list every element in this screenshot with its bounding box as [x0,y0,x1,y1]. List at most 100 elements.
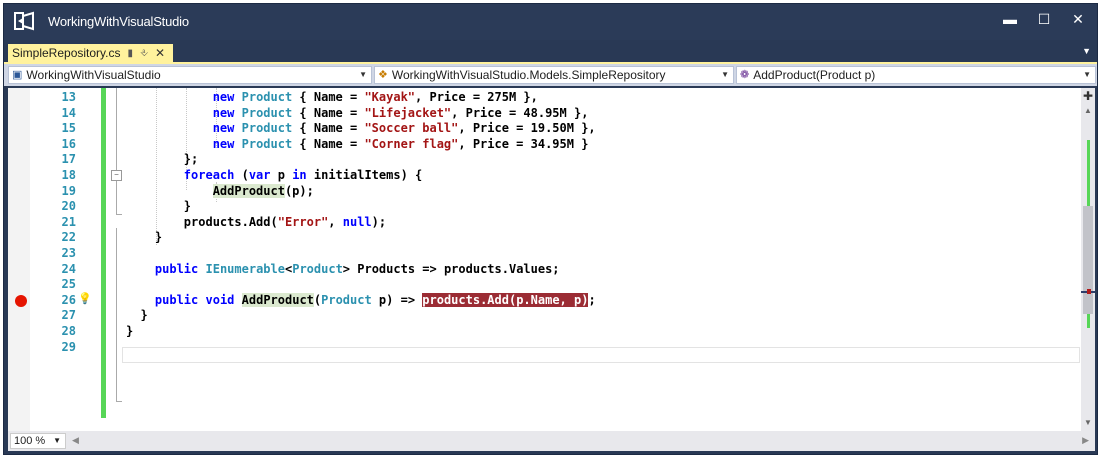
scrollbar-thumb[interactable] [1083,206,1093,314]
line-number: 16 [61,136,76,151]
breakpoint-icon[interactable] [15,294,27,307]
line-number: 20 [61,199,76,214]
line-number: 17 [61,152,76,167]
outline-line [116,88,117,170]
code-line[interactable]: } [126,324,133,340]
title-bar[interactable]: WorkingWithVisualStudio ▬ ☐ ✕ [4,4,1097,40]
breakpoint-highlight: products.Add(p.Name, p) [422,292,589,307]
line-number: 23 [61,246,76,260]
vertical-scrollbar[interactable]: ✚ ▲ ▼ [1081,88,1095,431]
scrollbar-breakpoint-marker [1087,289,1091,294]
tab-menu-icon[interactable]: ▮ [127,48,133,59]
tab-simple-repository[interactable]: SimpleRepository.cs ▮ ⎀ ✕ [8,44,174,62]
scroll-left-icon[interactable]: ◀ [72,435,79,446]
code-line[interactable]: public void AddProduct(Product p) => pro… [126,292,596,309]
code-token: new [212,90,235,104]
code-token: Product [241,90,293,104]
close-icon[interactable]: ✕ [155,46,165,60]
line-number: 14 [61,105,76,120]
close-window-button[interactable]: ✕ [1061,4,1095,34]
tab-overflow-dropdown-icon[interactable]: ▼ [1082,46,1091,56]
project-dropdown-value: WorkingWithVisualStudio [26,68,161,82]
code-token: products.Add( [126,214,278,229]
code-editor[interactable]: − 13 14 15 16 17 18 19 20 21 22 23 24 25 26 💡 27 28 29 ne… [8,88,1081,431]
line-number: 13 [61,90,76,104]
code-line[interactable]: products.Add("Error", null); [126,215,386,231]
code-token: AddProduct [241,292,314,307]
line-number: 25 [61,277,76,292]
code-token: Product [241,105,293,120]
code-token: , [328,214,343,229]
visual-studio-window: WorkingWithVisualStudio ▬ ☐ ✕ SimpleRepo… [3,3,1098,455]
code-line[interactable]: } [126,230,162,246]
zoom-level: 100 % [14,435,46,447]
code-token: public [154,261,199,276]
change-tracking-bar [101,88,106,418]
code-line[interactable]: new Product { Name = "Kayak", Price = 27… [126,90,538,106]
lightbulb-icon[interactable]: 💡 [78,292,92,305]
code-token: > Products => products.Values; [342,261,560,276]
code-token: var [248,168,271,182]
project-dropdown[interactable]: ▣ WorkingWithVisualStudio ▼ [8,66,372,84]
code-token: Product [292,261,343,276]
code-token: ); [371,214,387,229]
code-token: } [126,308,148,323]
code-token: { Name = [292,121,365,136]
code-token: "Soccer ball" [364,121,459,136]
code-token: "Lifejacket" [364,105,452,120]
code-token: (p); [284,183,314,198]
type-dropdown-value: WorkingWithVisualStudio.Models.SimpleRep… [391,68,666,82]
chevron-down-icon: ▼ [359,70,367,79]
code-line[interactable]: AddProduct(p); [126,183,314,200]
member-dropdown[interactable]: ❁ AddProduct(Product p) ▼ [736,66,1096,84]
maximize-button[interactable]: ☐ [1027,4,1061,34]
code-token: { Name = [292,105,365,120]
code-token: ; [588,292,596,307]
code-token: new [212,105,235,120]
pin-icon[interactable]: ⎀ [140,48,148,59]
line-number: 21 [61,214,76,229]
line-number: 15 [61,121,76,136]
code-line[interactable]: new Product { Name = "Soccer ball", Pric… [126,121,596,137]
code-token: AddProduct [212,183,285,198]
code-token: p [270,168,293,182]
code-token: , Price = 34.95M } [458,136,589,151]
code-line[interactable]: new Product { Name = "Lifejacket", Price… [126,105,589,122]
code-line[interactable]: public IEnumerable<Product> Products => … [126,262,560,278]
type-dropdown[interactable]: ❖ WorkingWithVisualStudio.Models.SimpleR… [374,66,734,84]
line-number: 27 [61,308,76,323]
code-line[interactable]: new Product { Name = "Corner flag", Pric… [126,136,589,153]
scroll-down-icon[interactable]: ▼ [1084,418,1092,427]
member-dropdown-value: AddProduct(Product p) [753,68,876,82]
code-token: , Price = 19.50M }, [458,121,596,136]
outline-tick [116,214,122,215]
scroll-right-icon[interactable]: ▶ [1082,435,1089,446]
code-line[interactable]: } [126,199,191,215]
minimize-button[interactable]: ▬ [993,4,1027,34]
split-window-icon[interactable]: ✚ [1083,90,1093,102]
code-line[interactable]: }; [126,152,198,168]
zoom-dropdown[interactable]: 100 % ▼ [10,433,66,449]
line-number: 26 [61,292,76,307]
code-token: public [154,292,199,307]
scroll-up-icon[interactable]: ▲ [1084,106,1092,115]
line-number: 24 [61,261,76,276]
line-number: 19 [61,183,76,198]
code-line[interactable]: foreach (var p in initialItems) { [126,168,422,184]
code-token: } [126,199,192,214]
outline-line [116,228,117,401]
code-token: }; [126,152,199,167]
collapse-region-icon[interactable]: − [111,170,122,181]
code-line[interactable]: } [126,308,148,324]
code-token: { Name = [292,136,365,151]
breakpoint-margin[interactable] [8,88,30,431]
